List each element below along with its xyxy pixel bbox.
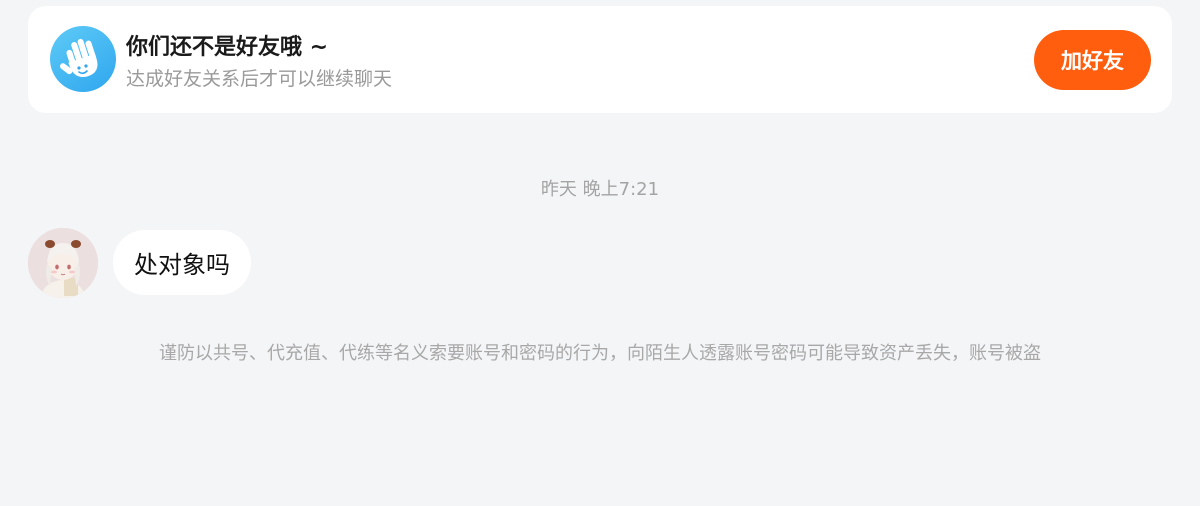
anime-girl-avatar-image: [28, 228, 98, 298]
safety-notice: 谨防以共号、代充值、代练等名义索要账号和密码的行为，向陌生人透露账号密码可能导致…: [159, 343, 1041, 364]
sender-avatar[interactable]: [28, 228, 98, 298]
message-timestamp: 昨天 晚上7:21: [540, 179, 660, 200]
chat-page: 你们还不是好友哦 ~ 达成好友关系后才可以继续聊天 加好友 昨天 晚上7:21 …: [0, 0, 1200, 506]
banner-subtitle: 达成好友关系后才可以继续聊天: [126, 68, 393, 90]
waving-hand-icon: [50, 26, 116, 92]
not-friends-banner: 你们还不是好友哦 ~ 达成好友关系后才可以继续聊天 加好友: [28, 6, 1172, 113]
waving-hand-graphic: [59, 38, 98, 77]
incoming-message-bubble[interactable]: 处对象吗: [113, 230, 251, 295]
add-friend-button[interactable]: 加好友: [1034, 30, 1151, 90]
banner-title: 你们还不是好友哦 ~: [126, 35, 329, 60]
